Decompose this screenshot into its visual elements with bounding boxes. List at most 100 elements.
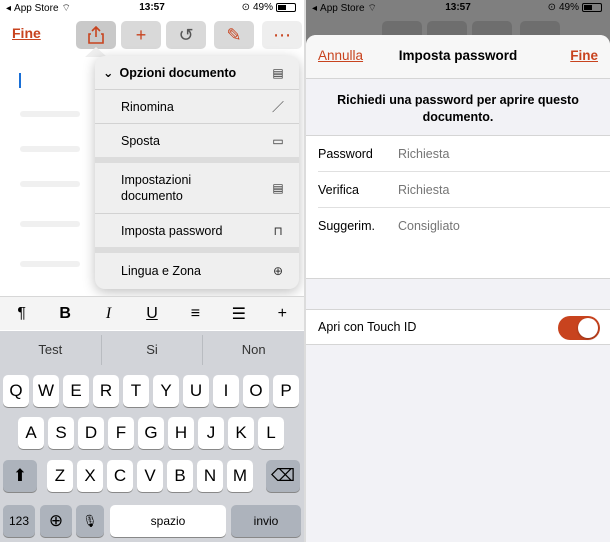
key-v[interactable]: V: [137, 460, 163, 492]
document-options-menu: ⌄ Opzioni documento ▤ Rinomina ／ Sposta ▭…: [95, 56, 299, 289]
verify-row: Verifica: [318, 172, 610, 208]
return-key[interactable]: invio: [231, 505, 301, 537]
globe-key[interactable]: ⊕: [40, 505, 72, 537]
sheet-header: Annulla Imposta password Fine: [306, 35, 610, 79]
password-form: Password Verifica Suggerim.: [306, 135, 610, 279]
right-screen: ◂ App Store ⌔ 13:57 ⊙ 49% Annulla Impost…: [306, 0, 610, 542]
plus-icon: +: [135, 24, 147, 45]
battery-percent: 49%: [558, 2, 579, 13]
key-o[interactable]: O: [243, 375, 269, 407]
key-j[interactable]: J: [198, 417, 224, 449]
more-icon: ⋯: [273, 24, 291, 45]
insert-button[interactable]: +: [264, 305, 300, 323]
chevron-down-icon: ⌄: [103, 66, 114, 80]
key-r[interactable]: R: [93, 375, 119, 407]
list-button[interactable]: ☰: [221, 304, 257, 324]
menu-item-label: Imposta password: [121, 223, 223, 238]
password-prompt: Richiedi una password per aprire questo …: [337, 93, 579, 124]
key-e[interactable]: E: [63, 375, 89, 407]
key-x[interactable]: X: [77, 460, 103, 492]
key-y[interactable]: Y: [153, 375, 179, 407]
key-u[interactable]: U: [183, 375, 209, 407]
bold-button[interactable]: B: [47, 305, 83, 323]
menu-item-rename[interactable]: Rinomina ／: [95, 90, 299, 123]
left-screen: ◂ App Store ⌔ 13:57 ⊙ 49% Fine + ↺ ✎ ⋯ ⌄…: [0, 0, 304, 542]
battery-percent: 49%: [252, 2, 273, 13]
done-button[interactable]: Fine: [12, 25, 41, 41]
verify-field[interactable]: [398, 182, 588, 197]
lock-icon: ⊓: [273, 223, 283, 238]
key-q[interactable]: Q: [3, 375, 29, 407]
menu-header[interactable]: ⌄ Opzioni documento ▤: [95, 56, 299, 89]
space-key[interactable]: spazio: [110, 505, 226, 537]
battery-icon: [276, 3, 296, 12]
paragraph-button[interactable]: ¶: [4, 305, 40, 323]
shift-key[interactable]: ⬆: [3, 460, 37, 492]
key-d[interactable]: D: [78, 417, 104, 449]
undo-button[interactable]: ↺: [166, 21, 206, 49]
key-t[interactable]: T: [123, 375, 149, 407]
microphone-key[interactable]: 🎙: [76, 505, 104, 537]
format-button[interactable]: ✎: [214, 21, 254, 49]
add-button[interactable]: +: [121, 21, 161, 49]
share-button[interactable]: [76, 21, 116, 49]
menu-item-label: Lingua e Zona: [121, 264, 201, 278]
key-c[interactable]: C: [107, 460, 133, 492]
set-password-sheet: Annulla Imposta password Fine Richiedi u…: [306, 35, 610, 542]
key-m[interactable]: M: [227, 460, 253, 492]
document-icon: ▤: [272, 65, 284, 80]
key-h[interactable]: H: [168, 417, 194, 449]
more-button[interactable]: ⋯: [262, 21, 302, 49]
key-g[interactable]: G: [138, 417, 164, 449]
key-a[interactable]: A: [18, 417, 44, 449]
key-f[interactable]: F: [108, 417, 134, 449]
touch-id-toggle[interactable]: [558, 316, 600, 340]
menu-item-label: Impostazioni documento: [121, 173, 192, 203]
field-label: Verifica: [318, 182, 359, 197]
menu-item-set-password[interactable]: Imposta password ⊓: [95, 214, 299, 247]
align-button[interactable]: ≡: [177, 305, 213, 323]
done-button[interactable]: Fine: [570, 48, 598, 63]
status-bar: ◂ App Store ⌔ 13:57 ⊙ 49%: [306, 0, 610, 17]
password-row: Password: [318, 136, 610, 172]
suggestion[interactable]: Non: [203, 335, 304, 365]
key-w[interactable]: W: [33, 375, 59, 407]
key-l[interactable]: L: [258, 417, 284, 449]
keyboard: Test Si Non Q W E R T Y U I O P A S D F G H J K L ⬆ Z X C V B N M ⌫…: [0, 331, 304, 542]
globe-icon: ⊕: [272, 264, 284, 278]
document-icon: ▤: [272, 181, 284, 195]
undo-icon: ↺: [178, 24, 194, 45]
doc-line: [20, 111, 80, 117]
underline-button[interactable]: U: [134, 305, 170, 323]
menu-item-language-region[interactable]: Lingua e Zona ⊕: [95, 253, 299, 289]
sheet-title: Imposta password: [398, 48, 518, 63]
key-n[interactable]: N: [197, 460, 223, 492]
menu-item-move[interactable]: Sposta ▭: [95, 124, 299, 157]
key-b[interactable]: B: [167, 460, 193, 492]
numbers-key[interactable]: 123: [3, 505, 35, 537]
touch-id-row: Apri con Touch ID: [306, 309, 610, 345]
key-i[interactable]: I: [213, 375, 239, 407]
hint-field[interactable]: [398, 219, 588, 233]
battery-icon: [582, 3, 602, 12]
password-field[interactable]: [398, 146, 588, 161]
lock-rotation-icon: ⊙: [241, 2, 250, 13]
menu-item-document-settings[interactable]: Impostazioni documento ▤: [95, 163, 299, 213]
key-p[interactable]: P: [273, 375, 299, 407]
key-k[interactable]: K: [228, 417, 254, 449]
backspace-key[interactable]: ⌫: [266, 460, 300, 492]
doc-line: [20, 181, 80, 187]
italic-button[interactable]: I: [91, 305, 127, 323]
key-s[interactable]: S: [48, 417, 74, 449]
menu-title: Opzioni documento: [119, 65, 237, 80]
doc-line: [20, 261, 80, 267]
key-z[interactable]: Z: [47, 460, 73, 492]
share-icon: [88, 26, 104, 44]
toolbar: Fine + ↺ ✎ ⋯: [0, 17, 304, 51]
status-bar: ◂ App Store ⌔ 13:57 ⊙ 49%: [0, 0, 304, 17]
paintbrush-icon: ✎: [226, 24, 242, 45]
toggle-knob: [578, 318, 598, 338]
suggestion[interactable]: Si: [102, 335, 204, 365]
suggestion[interactable]: Test: [0, 335, 102, 365]
pencil-icon: ／: [271, 100, 284, 114]
